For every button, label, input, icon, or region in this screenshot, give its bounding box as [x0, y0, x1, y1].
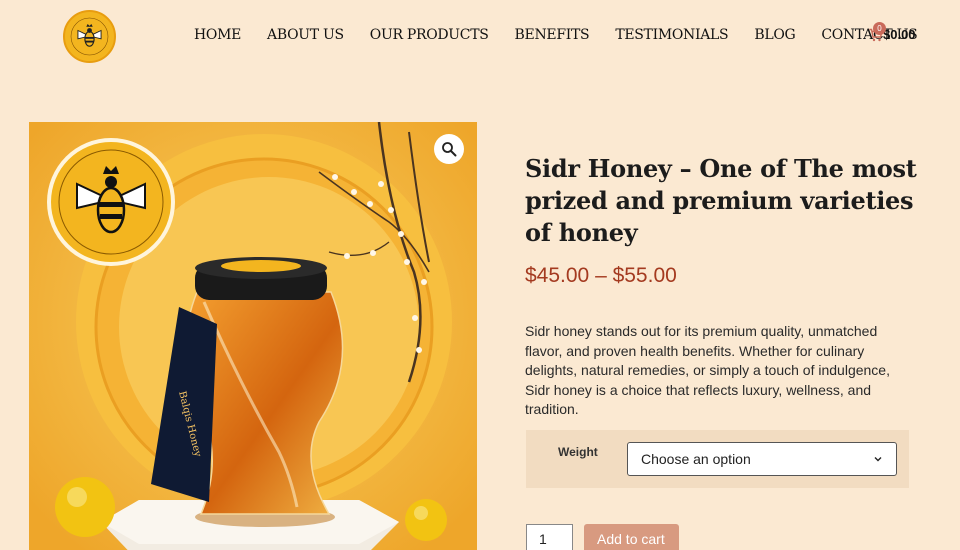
product-description: Sidr honey stands out for its premium qu…	[525, 323, 890, 417]
chevron-down-icon	[874, 457, 882, 462]
cart-button[interactable]: 0 $0.00	[869, 22, 916, 42]
bee-logo-icon	[67, 14, 112, 59]
product-price: $45.00 – $55.00	[525, 264, 677, 287]
nav-testimonials[interactable]: TESTIMONIALS	[615, 27, 728, 43]
nav-benefits[interactable]: BENEFITS	[515, 27, 590, 43]
main-nav: HOME ABOUT US OUR PRODUCTS BENEFITS TEST…	[194, 27, 943, 43]
weight-label: Weight	[558, 445, 598, 459]
magnifier-icon	[442, 142, 457, 157]
nav-blog[interactable]: BLOG	[754, 27, 795, 43]
variation-row: Weight Choose an option	[526, 430, 909, 488]
product-image[interactable]: Balqis Honey	[29, 122, 477, 550]
cart-count-badge: 0	[873, 22, 886, 35]
honey-jar-image: Balqis Honey	[29, 122, 477, 550]
cart-icon: 0	[869, 22, 886, 42]
zoom-button[interactable]	[434, 134, 464, 164]
nav-home[interactable]: HOME	[194, 27, 241, 43]
product-title: Sidr Honey – One of The most prized and …	[525, 154, 917, 247]
brand-logo[interactable]	[63, 10, 116, 63]
add-to-cart-button[interactable]: Add to cart	[584, 524, 679, 550]
quantity-input[interactable]: 1	[526, 524, 573, 550]
cart-total: $0.00	[883, 26, 916, 42]
nav-about-us[interactable]: ABOUT US	[267, 27, 344, 43]
weight-select-value: Choose an option	[641, 451, 751, 467]
nav-our-products[interactable]: OUR PRODUCTS	[370, 27, 489, 43]
site-header: HOME ABOUT US OUR PRODUCTS BENEFITS TEST…	[0, 0, 960, 72]
weight-select[interactable]: Choose an option	[627, 442, 897, 476]
